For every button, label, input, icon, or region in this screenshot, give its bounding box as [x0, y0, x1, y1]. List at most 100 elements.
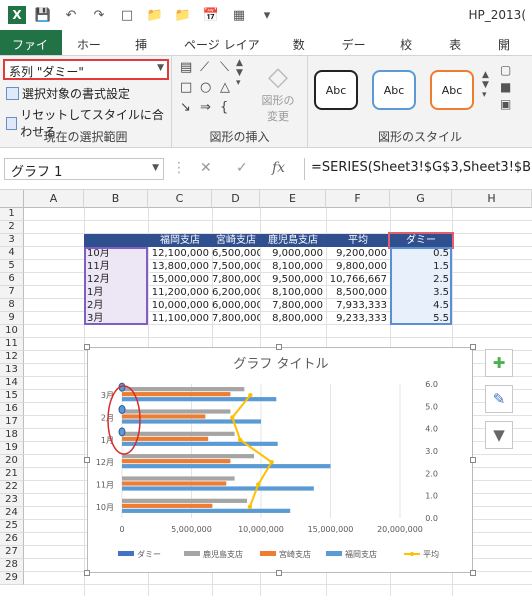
row-header[interactable]: 16: [0, 403, 24, 416]
row-header[interactable]: 3: [0, 234, 24, 247]
folder-icon[interactable]: 📁: [172, 4, 194, 26]
tab-formulas[interactable]: 数式: [278, 30, 327, 69]
column-header-g[interactable]: G: [390, 190, 452, 208]
row-header[interactable]: 17: [0, 416, 24, 429]
new-file-icon[interactable]: □: [116, 4, 138, 26]
table-cell: 8,500,000: [336, 287, 387, 298]
resize-handle[interactable]: [470, 457, 476, 463]
open-folder-icon[interactable]: 📁: [144, 4, 166, 26]
oval-icon[interactable]: ○: [200, 80, 211, 95]
row-header[interactable]: 22: [0, 481, 24, 494]
select-all-corner[interactable]: [0, 190, 24, 208]
bar-宮崎支店: [122, 481, 227, 486]
table-cell: 12,100,000: [151, 248, 209, 259]
arrow-right-icon[interactable]: ⇒: [200, 100, 211, 115]
chart-filter-icon[interactable]: ▼: [485, 421, 513, 449]
format-selection-button[interactable]: 選択対象の書式設定: [6, 85, 130, 102]
row-header[interactable]: 19: [0, 442, 24, 455]
shape-effects-icon[interactable]: ▣: [500, 96, 511, 113]
row-header[interactable]: 26: [0, 533, 24, 546]
tab-view[interactable]: 表示: [434, 30, 483, 69]
row-header[interactable]: 5: [0, 260, 24, 273]
undo-icon[interactable]: ↶: [60, 4, 82, 26]
row-header[interactable]: 9: [0, 312, 24, 325]
dummy-series-marker: [118, 427, 126, 437]
column-header-f[interactable]: F: [326, 190, 390, 208]
row-header[interactable]: 4: [0, 247, 24, 260]
row-header[interactable]: 18: [0, 429, 24, 442]
row-header[interactable]: 23: [0, 494, 24, 507]
curly-icon[interactable]: {: [220, 100, 228, 115]
enter-icon[interactable]: ✓: [236, 160, 248, 176]
column-header-h[interactable]: H: [452, 190, 532, 208]
chart-styles-brush-icon[interactable]: ✎: [485, 385, 513, 413]
resize-handle[interactable]: [470, 570, 476, 576]
chart-element-selector[interactable]: 系列 "ダミー" ▼: [3, 59, 169, 80]
resize-handle[interactable]: [276, 570, 282, 576]
tab-home[interactable]: ホーム: [62, 30, 120, 69]
row-header[interactable]: 8: [0, 299, 24, 312]
tab-insert[interactable]: 挿入: [120, 30, 169, 69]
line-diag-icon[interactable]: ⟍: [220, 60, 229, 75]
resize-handle[interactable]: [470, 344, 476, 350]
shape-fill-icon[interactable]: ▢: [500, 62, 511, 79]
style-preset-3[interactable]: Abc: [430, 70, 474, 110]
tab-developer[interactable]: 開発: [483, 30, 532, 69]
resize-handle[interactable]: [84, 457, 90, 463]
chart-elements-plus-icon[interactable]: ✚: [485, 349, 513, 377]
insert-function-icon[interactable]: fx: [272, 160, 285, 176]
cancel-icon[interactable]: ✕: [200, 160, 212, 176]
rectangle-icon[interactable]: □: [180, 80, 192, 95]
tab-data[interactable]: データ: [327, 30, 385, 69]
tab-file[interactable]: ファイル: [0, 30, 62, 69]
row-header[interactable]: 28: [0, 559, 24, 572]
column-header-b[interactable]: B: [84, 190, 148, 208]
row-header[interactable]: 2: [0, 221, 24, 234]
formula-input[interactable]: =SERIES(Sheet3!$G$3,Sheet3!$B$: [304, 158, 532, 180]
row-header[interactable]: 25: [0, 520, 24, 533]
resize-handle[interactable]: [84, 570, 90, 576]
row-header[interactable]: 12: [0, 351, 24, 364]
change-shape-button[interactable]: ◇ 図形の 変更: [258, 62, 298, 124]
textbox-icon[interactable]: ▤: [180, 60, 192, 75]
resize-handle[interactable]: [84, 344, 90, 350]
triangle-icon[interactable]: △: [220, 80, 230, 95]
styles-scroll[interactable]: ▲ ▼ ▾: [482, 70, 489, 100]
row-header[interactable]: 27: [0, 546, 24, 559]
column-header-a[interactable]: A: [24, 190, 84, 208]
row-header[interactable]: 20: [0, 455, 24, 468]
row-header[interactable]: 21: [0, 468, 24, 481]
line-icon[interactable]: ⟋: [200, 60, 209, 75]
row-header[interactable]: 1: [0, 208, 24, 221]
table-cell: 7,500,000: [212, 261, 260, 272]
row-header[interactable]: 7: [0, 286, 24, 299]
column-header-c[interactable]: C: [148, 190, 212, 208]
save-icon[interactable]: 💾: [32, 4, 54, 26]
chart-object[interactable]: グラフ タイトル 0 5,000,000 10,000,000 15,000,000 20…: [87, 347, 473, 573]
row-header[interactable]: 29: [0, 572, 24, 585]
name-box[interactable]: グラフ 1 ▼: [4, 158, 164, 180]
tab-review[interactable]: 校閲: [385, 30, 434, 69]
shape-fill-outline-effect[interactable]: ▢ ■ ▣: [500, 62, 511, 113]
style-preset-2[interactable]: Abc: [372, 70, 416, 110]
column-header-d[interactable]: D: [212, 190, 260, 208]
row-header[interactable]: 15: [0, 390, 24, 403]
row-header[interactable]: 10: [0, 325, 24, 338]
row-header[interactable]: 13: [0, 364, 24, 377]
gallery-scroll[interactable]: ▲ ▼ ▾: [236, 58, 243, 88]
chart-svg[interactable]: グラフ タイトル 0 5,000,000 10,000,000 15,000,000 20…: [88, 348, 474, 574]
more-icon[interactable]: ▾: [256, 4, 278, 26]
row-header[interactable]: 6: [0, 273, 24, 286]
column-header-e[interactable]: E: [260, 190, 326, 208]
tab-page-layout[interactable]: ページ レイアウト: [169, 30, 278, 69]
row-header[interactable]: 14: [0, 377, 24, 390]
row-header[interactable]: 24: [0, 507, 24, 520]
sheet-icon[interactable]: ▦: [228, 4, 250, 26]
resize-handle[interactable]: [276, 344, 282, 350]
style-preset-1[interactable]: Abc: [314, 70, 358, 110]
calendar-icon[interactable]: 📅: [200, 4, 222, 26]
row-header[interactable]: 11: [0, 338, 24, 351]
redo-icon[interactable]: ↷: [88, 4, 110, 26]
shape-outline-icon[interactable]: ■: [500, 79, 511, 96]
arrow-icon[interactable]: ↘: [180, 100, 191, 115]
